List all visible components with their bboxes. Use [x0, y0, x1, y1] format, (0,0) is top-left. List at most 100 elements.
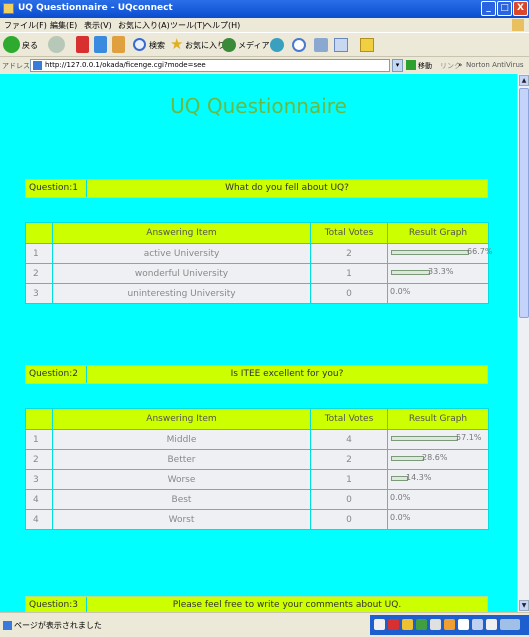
window-title: UQ Questionnaire - UQconnect: [18, 3, 173, 13]
page-icon: [33, 61, 42, 70]
tray-icon[interactable]: [416, 619, 427, 630]
print-icon[interactable]: [314, 38, 328, 52]
go-label[interactable]: 移動: [418, 61, 432, 71]
menu-favorites[interactable]: お気に入り(A): [118, 20, 170, 31]
close-button[interactable]: X: [513, 1, 528, 16]
vote-count: 0: [310, 489, 388, 510]
result-percent: 0.0%: [390, 287, 411, 296]
address-field[interactable]: http://127.0.0.1/okada/ficenge.cgi?mode=…: [30, 59, 390, 72]
header-total-votes: Total Votes: [310, 408, 388, 430]
question-2-bar: Question:2 Is ITEE excellent for you?: [25, 365, 488, 384]
refresh-icon[interactable]: [94, 36, 107, 53]
mail-icon[interactable]: [292, 38, 306, 52]
scrollbar-thumb[interactable]: [519, 88, 529, 318]
header-result-graph: Result Graph: [387, 408, 489, 430]
folder-icon[interactable]: [360, 38, 374, 52]
go-arrow-icon[interactable]: [406, 60, 416, 70]
header-number: [25, 222, 53, 244]
result-graph-cell: 0.0%: [387, 283, 489, 304]
stop-icon[interactable]: [76, 36, 89, 53]
question-1-bar: Question:1 What do you fell about UQ?: [25, 179, 488, 198]
row-number: 2: [25, 263, 53, 284]
row-number: 1: [25, 429, 53, 450]
menu-help[interactable]: ヘルプ(H): [204, 20, 240, 31]
result-graph-cell: 0.0%: [387, 509, 489, 530]
tray-icon[interactable]: [472, 619, 483, 630]
tray-icon[interactable]: [500, 619, 520, 630]
menu-view[interactable]: 表示(V): [84, 20, 112, 31]
address-dropdown-button[interactable]: ▾: [392, 59, 403, 72]
history-icon[interactable]: [270, 38, 284, 52]
maximize-button[interactable]: □: [497, 1, 512, 16]
menu-file[interactable]: ファイル(F): [4, 20, 47, 31]
answer-item: Worse: [52, 469, 311, 490]
vote-count: 1: [310, 263, 388, 284]
row-number: 4: [25, 489, 53, 510]
search-icon[interactable]: [133, 38, 146, 51]
status-bar: ページが表示されました: [0, 612, 529, 637]
row-number: 1: [25, 243, 53, 264]
back-label[interactable]: 戻る: [22, 40, 38, 51]
header-result-graph: Result Graph: [387, 222, 489, 244]
home-icon[interactable]: [112, 36, 125, 53]
scroll-down-arrow-icon[interactable]: ▼: [519, 600, 529, 611]
results-table-question-1: Answering Item Total Votes Result Graph …: [25, 222, 492, 304]
result-percent: 14.3%: [406, 473, 432, 482]
window-title-bar: UQ Questionnaire - UQconnect _ □ X: [0, 0, 529, 18]
minimize-button[interactable]: _: [481, 1, 496, 16]
row-number: 3: [25, 469, 53, 490]
table-row: 1 active University 2 66.7%: [25, 243, 492, 264]
result-percent: 28.6%: [422, 453, 448, 462]
row-number: 2: [25, 449, 53, 470]
answer-item: active University: [52, 243, 311, 264]
favorites-star-icon[interactable]: ★: [170, 36, 184, 53]
menu-edit[interactable]: 編集(E): [50, 20, 77, 31]
tray-icon[interactable]: [430, 619, 441, 630]
edit-icon[interactable]: [334, 38, 348, 52]
menu-tools[interactable]: ツール(T): [170, 20, 205, 31]
result-graph-cell: 0.0%: [387, 489, 489, 510]
norton-antivirus-label[interactable]: Norton AntiVirus: [466, 61, 524, 69]
status-text: ページが表示されました: [3, 620, 102, 631]
result-percent: 57.1%: [456, 433, 482, 442]
answer-item: Worst: [52, 509, 311, 530]
question-text: What do you fell about UQ?: [225, 183, 349, 193]
tray-icon[interactable]: [486, 619, 497, 630]
tray-icon[interactable]: [458, 619, 469, 630]
back-arrow-icon[interactable]: [3, 36, 20, 53]
scroll-up-arrow-icon[interactable]: ▲: [519, 75, 529, 86]
question-label: Question:1: [26, 180, 87, 197]
table-row: 2 Better 2 28.6%: [25, 449, 489, 470]
question-text: Is ITEE excellent for you?: [230, 369, 344, 379]
toolbar: 戻る 検索 ★ お気に入り メディア: [0, 32, 529, 56]
address-url[interactable]: http://127.0.0.1/okada/ficenge.cgi?mode=…: [45, 61, 206, 69]
question-text: Please feel free to write your comments …: [172, 600, 402, 610]
forward-arrow-icon[interactable]: [48, 36, 65, 53]
result-bar: [391, 270, 430, 275]
page-content: UQ Questionnaire Question:1 What do you …: [0, 74, 517, 612]
header-total-votes: Total Votes: [310, 222, 388, 244]
links-chevron[interactable]: »: [458, 61, 462, 69]
favorites-label[interactable]: お気に入り: [185, 40, 225, 51]
media-icon[interactable]: [222, 38, 236, 52]
search-label[interactable]: 検索: [149, 40, 165, 51]
vote-count: 4: [310, 429, 388, 450]
row-number: 3: [25, 283, 53, 304]
results-table-question-2: Answering Item Total Votes Result Graph …: [25, 408, 489, 530]
header-answering-item: Answering Item: [52, 408, 311, 430]
ie-app-icon: [3, 3, 14, 14]
vote-count: 2: [310, 243, 388, 264]
answer-item: Middle: [52, 429, 311, 450]
media-label[interactable]: メディア: [238, 40, 269, 51]
row-number: 4: [25, 509, 53, 530]
vote-count: 0: [310, 509, 388, 530]
tray-icon[interactable]: [388, 619, 399, 630]
tray-icon[interactable]: [444, 619, 455, 630]
result-percent: 0.0%: [390, 513, 411, 522]
header-answering-item: Answering Item: [52, 222, 311, 244]
vertical-scrollbar[interactable]: ▲ ▼: [517, 74, 529, 612]
vote-count: 1: [310, 469, 388, 490]
tray-icon[interactable]: [374, 619, 385, 630]
tray-icon[interactable]: [402, 619, 413, 630]
table-row: 4 Best 0 0.0%: [25, 489, 489, 510]
